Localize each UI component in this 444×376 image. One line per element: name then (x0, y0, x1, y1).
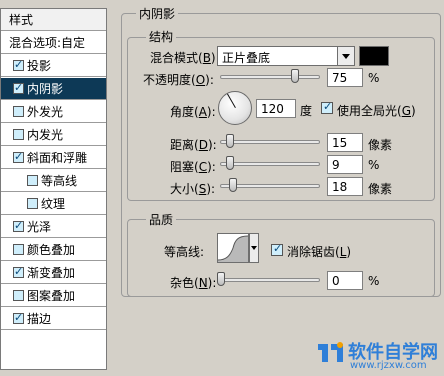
noise-input[interactable]: 0 (327, 271, 363, 290)
distance-unit: 像素 (368, 138, 393, 152)
contour-dropdown-icon[interactable] (249, 233, 259, 263)
choke-slider-thumb[interactable] (226, 156, 234, 170)
contour-label: 等高线: (164, 245, 205, 259)
style-item-drop-shadow[interactable]: 投影 (1, 55, 106, 77)
distance-input[interactable]: 15 (327, 133, 363, 152)
watermark-url: www.rjzxw.com (350, 360, 427, 371)
choke-slider-track[interactable] (220, 162, 320, 166)
global-light-label: 使用全局光(G) (337, 104, 416, 118)
opacity-value: 75 (332, 71, 348, 85)
size-input[interactable]: 18 (327, 177, 363, 196)
angle-dial[interactable] (218, 91, 252, 125)
angle-label: 角度(A): (170, 105, 216, 119)
checkbox-inner-shadow[interactable] (13, 81, 24, 94)
opacity-slider-track[interactable] (220, 75, 320, 79)
blend-mode-value: 正片叠底 (222, 51, 271, 65)
style-item-label: 内发光 (27, 128, 64, 142)
size-label: 大小(S): (170, 182, 216, 196)
checkbox-color-overlay[interactable] (13, 244, 24, 255)
checkbox-outer-glow[interactable] (13, 106, 24, 117)
noise-value: 0 (332, 274, 340, 288)
watermark: 软件自学网 www.rjzxw.com (316, 336, 442, 371)
style-list-title: 样式 (9, 13, 34, 27)
distance-value: 15 (332, 136, 348, 150)
style-item-blending-options[interactable]: 混合选项:自定 (1, 32, 106, 54)
chevron-down-icon[interactable] (337, 46, 355, 66)
choke-input[interactable]: 9 (327, 155, 363, 174)
checkbox-gradient-overlay[interactable] (13, 265, 24, 278)
checkbox-bevel-emboss[interactable] (13, 150, 24, 163)
noise-slider-track[interactable] (220, 278, 320, 282)
watermark-logo-icon (318, 342, 343, 362)
angle-dial-needle (227, 93, 236, 108)
checkbox-drop-shadow[interactable] (13, 58, 24, 71)
style-item-texture[interactable]: 纹理 (1, 193, 106, 215)
size-unit: 像素 (368, 182, 393, 196)
style-list-header: 样式 (1, 9, 106, 31)
distance-slider-thumb[interactable] (226, 134, 234, 148)
noise-slider-thumb[interactable] (217, 272, 225, 286)
checkbox-texture[interactable] (27, 198, 38, 209)
style-item-label: 图案叠加 (27, 289, 76, 303)
checkbox-contour[interactable] (27, 175, 38, 186)
opacity-slider-thumb[interactable] (291, 69, 299, 83)
style-item-stroke[interactable]: 描边 (1, 308, 106, 330)
quality-title: 品质 (146, 211, 177, 228)
checkbox-inner-glow[interactable] (13, 129, 24, 140)
opacity-input[interactable]: 75 (327, 68, 363, 87)
style-item-inner-glow[interactable]: 内发光 (1, 124, 106, 146)
style-item-bevel-emboss[interactable]: 斜面和浮雕 (1, 147, 106, 169)
noise-label: 杂色(N): (170, 276, 217, 290)
choke-label: 阻塞(C): (170, 160, 216, 174)
choke-value: 9 (332, 158, 340, 172)
antialias-checkbox[interactable] (271, 242, 283, 256)
distance-label: 距离(D): (170, 138, 217, 152)
style-item-label: 渐变叠加 (27, 266, 76, 280)
size-value: 18 (332, 180, 348, 194)
angle-input[interactable]: 120 (256, 99, 296, 118)
opacity-unit: % (368, 71, 380, 85)
style-item-pattern-overlay[interactable]: 图案叠加 (1, 285, 106, 307)
choke-unit: % (368, 158, 380, 172)
style-list-panel: 样式 混合选项:自定 投影 内阴影 外发光 内发光 斜面和浮雕 等高线 纹理 光… (0, 8, 107, 370)
style-item-label: 光泽 (27, 220, 52, 234)
style-item-inner-shadow[interactable]: 内阴影 (1, 78, 106, 100)
inner-shadow-title: 内阴影 (136, 5, 179, 22)
style-item-gradient-overlay[interactable]: 渐变叠加 (1, 262, 106, 284)
contour-curve-icon (218, 235, 248, 262)
style-item-label: 外发光 (27, 105, 64, 119)
blend-mode-label: 混合模式(B): (150, 51, 220, 65)
style-item-satin[interactable]: 光泽 (1, 216, 106, 238)
antialias-label: 消除锯齿(L) (287, 245, 352, 259)
style-item-label: 颜色叠加 (27, 243, 76, 257)
angle-value: 120 (261, 102, 284, 116)
style-item-label: 描边 (27, 312, 52, 326)
style-item-label: 投影 (27, 59, 52, 73)
checkbox-satin[interactable] (13, 219, 24, 232)
checkbox-pattern-overlay[interactable] (13, 290, 24, 301)
style-item-contour[interactable]: 等高线 (1, 170, 106, 192)
shadow-color-swatch[interactable] (359, 46, 389, 66)
style-item-label: 等高线 (41, 174, 78, 188)
angle-unit: 度 (300, 104, 313, 118)
style-item-label: 斜面和浮雕 (27, 151, 88, 165)
style-item-label: 混合选项:自定 (9, 36, 86, 50)
noise-unit: % (368, 274, 380, 288)
distance-slider-track[interactable] (220, 140, 320, 144)
size-slider-thumb[interactable] (229, 178, 237, 192)
style-item-color-overlay[interactable]: 颜色叠加 (1, 239, 106, 261)
style-item-label: 纹理 (41, 197, 66, 211)
style-item-outer-glow[interactable]: 外发光 (1, 101, 106, 123)
checkbox-stroke[interactable] (13, 311, 24, 324)
blend-mode-select[interactable]: 正片叠底 (217, 46, 355, 66)
contour-preview[interactable] (217, 233, 249, 263)
style-item-label: 内阴影 (27, 82, 64, 96)
opacity-label: 不透明度(O): (143, 73, 214, 87)
global-light-checkbox[interactable] (321, 100, 333, 114)
structure-title: 结构 (146, 28, 177, 45)
